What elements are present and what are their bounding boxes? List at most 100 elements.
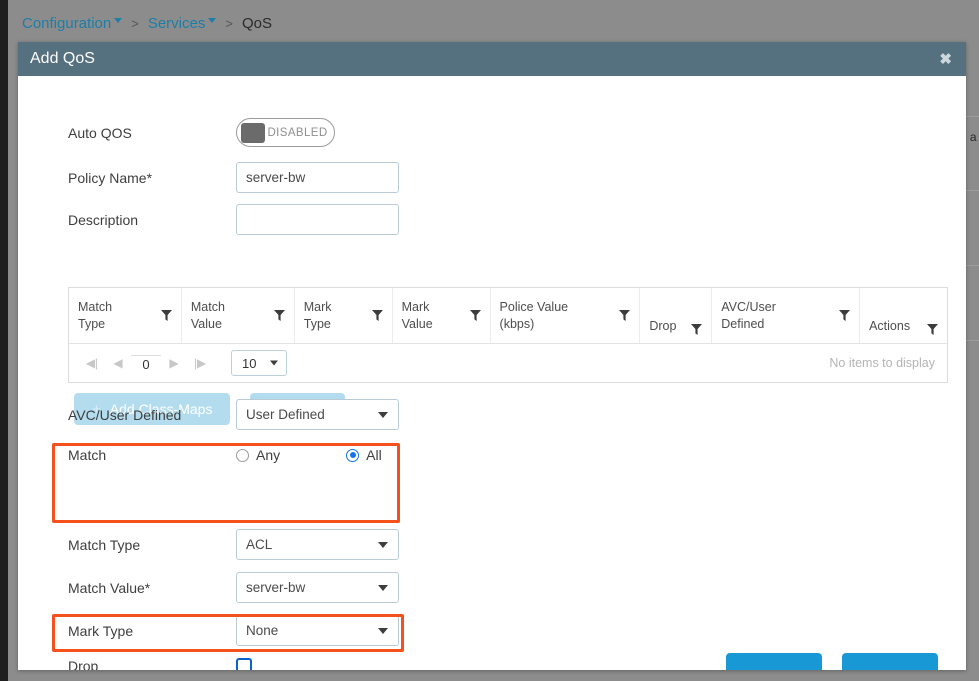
toggle-knob xyxy=(241,122,265,143)
grid-col-mark-value[interactable]: Mark Value xyxy=(393,288,491,343)
pager-last-button[interactable]: |▶ xyxy=(187,356,213,370)
mark-type-select[interactable]: None xyxy=(236,615,399,646)
pager-next-button[interactable]: ▶ xyxy=(161,356,187,370)
filter-icon[interactable] xyxy=(839,310,851,321)
screen-root: a Configuration > Services > QoS Add QoS… xyxy=(0,0,979,681)
match-value-select[interactable]: server-bw xyxy=(236,572,399,603)
field-row-drop: Drop xyxy=(18,658,252,670)
apply-button[interactable] xyxy=(726,653,822,670)
breadcrumb: Configuration > Services > QoS xyxy=(22,15,272,32)
match-radio-any[interactable]: Any xyxy=(236,447,280,463)
breadcrumb-separator: > xyxy=(225,16,233,31)
grid-pager: ◀| ◀ 0 ▶ |▶ 10 No items to display xyxy=(69,344,947,382)
field-row-avc-user-defined: AVC/User Defined User Defined xyxy=(18,399,399,430)
filter-icon[interactable] xyxy=(691,324,703,335)
cancel-button[interactable] xyxy=(842,653,938,670)
class-maps-grid: Match Type Match Value Mark Type Mark Va… xyxy=(68,287,948,383)
page-size-select[interactable]: 10 xyxy=(231,350,287,376)
field-row-match-value: Match Value* server-bw xyxy=(18,572,399,603)
match-label: Match xyxy=(68,447,107,463)
avc-user-defined-select[interactable]: User Defined xyxy=(236,399,399,430)
grid-col-actions[interactable]: Actions xyxy=(860,288,947,343)
close-icon[interactable]: ✖ xyxy=(939,52,952,67)
pager-first-button[interactable]: ◀| xyxy=(79,356,105,370)
radio-selected-icon xyxy=(346,448,360,462)
grid-col-avc-user-defined[interactable]: AVC/User Defined xyxy=(712,288,861,343)
radio-icon xyxy=(236,448,249,462)
match-radio-group: Any All xyxy=(236,447,382,463)
pager-page-number: 0 xyxy=(131,354,161,372)
dialog-title: Add QoS xyxy=(30,50,95,67)
page-size-value: 10 xyxy=(242,355,257,371)
breadcrumb-item-qos: QoS xyxy=(241,15,272,32)
filter-icon[interactable] xyxy=(273,310,285,321)
grid-empty-message: No items to display xyxy=(829,356,935,370)
grid-col-label: Mark Type xyxy=(303,299,332,331)
avc-user-defined-value: User Defined xyxy=(246,407,325,422)
match-radio-all[interactable]: All xyxy=(346,447,382,463)
grid-col-label: Actions xyxy=(869,319,911,334)
drop-label: Drop xyxy=(68,658,99,670)
breadcrumb-item-services[interactable]: Services xyxy=(148,15,217,32)
chevron-down-icon xyxy=(270,360,278,366)
chevron-down-icon xyxy=(114,18,123,23)
chevron-down-icon xyxy=(378,584,388,591)
match-radio-any-label: Any xyxy=(256,447,281,463)
chevron-down-icon xyxy=(208,18,217,23)
mark-type-label: Mark Type xyxy=(68,622,134,639)
pager-prev-button[interactable]: ◀ xyxy=(105,356,131,370)
filter-icon[interactable] xyxy=(619,310,631,321)
match-type-label: Match Type xyxy=(68,536,141,553)
chevron-down-icon xyxy=(378,411,388,418)
dialog-footer xyxy=(726,653,938,670)
chevron-down-icon xyxy=(378,627,388,634)
dialog-header: Add QoS ✖ xyxy=(18,42,966,76)
grid-header-row: Match Type Match Value Mark Type Mark Va… xyxy=(69,288,947,344)
grid-col-drop[interactable]: Drop xyxy=(640,288,713,343)
add-qos-dialog: Add QoS ✖ Auto QOS DISABLED Policy Name*… xyxy=(18,42,966,670)
grid-col-label: AVC/User Defined xyxy=(721,299,776,331)
field-row-match-type: Match Type ACL xyxy=(18,529,399,560)
mark-type-value: None xyxy=(246,623,279,638)
filter-icon[interactable] xyxy=(371,310,383,321)
filter-icon[interactable] xyxy=(469,310,481,321)
grid-col-match-type[interactable]: Match Type xyxy=(69,288,182,343)
dialog-body: Auto QOS DISABLED Policy Name* Descripti… xyxy=(18,76,966,670)
left-rail xyxy=(0,0,8,681)
background-partial-text: a xyxy=(969,130,977,144)
description-input[interactable] xyxy=(236,204,399,235)
grid-col-label: Drop xyxy=(649,319,677,334)
field-row-policy-name: Policy Name* xyxy=(18,162,399,193)
grid-col-police-value[interactable]: Police Value (kbps) xyxy=(491,288,641,343)
breadcrumb-label: Services xyxy=(147,15,206,32)
match-type-select[interactable]: ACL xyxy=(236,529,399,560)
chevron-down-icon xyxy=(378,541,388,548)
match-value-value: server-bw xyxy=(246,580,306,595)
grid-col-label: Match Value xyxy=(190,299,225,331)
description-label: Description xyxy=(68,211,139,228)
field-row-auto-qos: Auto QOS DISABLED xyxy=(18,118,335,147)
match-value-label: Match Value* xyxy=(68,579,151,596)
policy-name-input[interactable] xyxy=(236,162,399,193)
field-row-description: Description xyxy=(18,204,399,235)
breadcrumb-item-configuration[interactable]: Configuration xyxy=(22,15,123,32)
breadcrumb-separator: > xyxy=(131,16,139,31)
auto-qos-label: Auto QOS xyxy=(68,124,132,141)
match-radio-all-label: All xyxy=(366,447,382,463)
breadcrumb-label: Configuration xyxy=(22,15,112,32)
drop-checkbox[interactable] xyxy=(236,658,252,670)
grid-col-label: Police Value (kbps) xyxy=(499,299,569,331)
grid-col-label: Match Type xyxy=(78,299,113,331)
filter-icon[interactable] xyxy=(927,324,938,335)
grid-col-mark-type[interactable]: Mark Type xyxy=(295,288,393,343)
auto-qos-toggle[interactable]: DISABLED xyxy=(236,118,335,147)
toggle-state-label: DISABLED xyxy=(267,126,328,139)
grid-col-match-value[interactable]: Match Value xyxy=(182,288,295,343)
field-row-match: Match Any All xyxy=(18,447,382,463)
grid-col-label: Mark Value xyxy=(401,299,433,331)
field-row-mark-type: Mark Type None xyxy=(18,615,399,646)
match-type-value: ACL xyxy=(246,537,273,552)
policy-name-label: Policy Name* xyxy=(68,169,153,186)
avc-user-defined-label: AVC/User Defined xyxy=(68,406,182,423)
filter-icon[interactable] xyxy=(160,310,172,321)
